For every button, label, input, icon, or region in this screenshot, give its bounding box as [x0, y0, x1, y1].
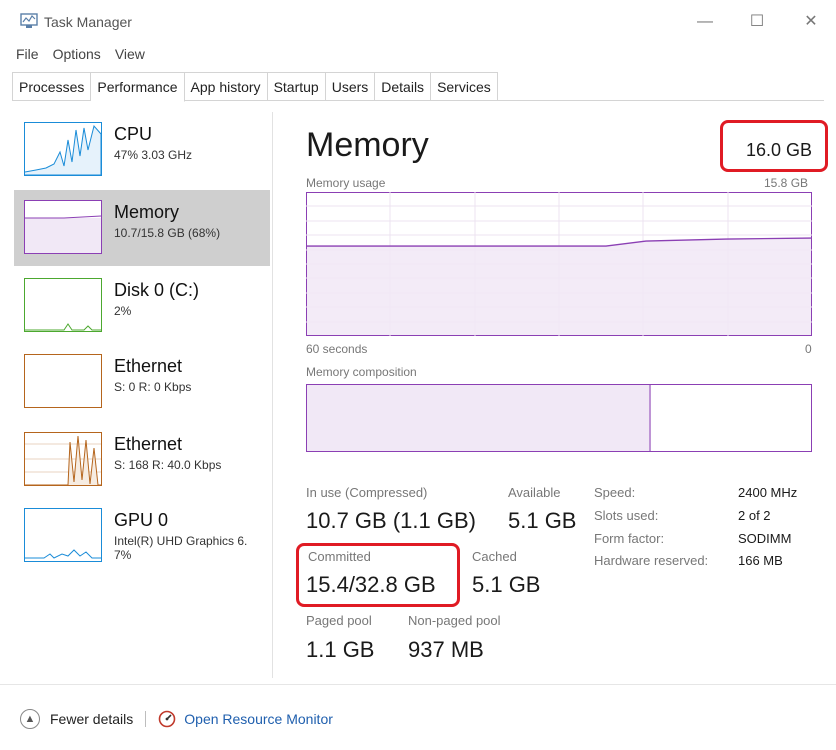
footer: ▲ Fewer details Open Resource Monitor	[20, 708, 333, 730]
in-use-value: 10.7 GB (1.1 GB)	[306, 508, 476, 533]
cached-value: 5.1 GB	[472, 572, 541, 597]
cpu-graph-icon	[24, 122, 102, 176]
tab-processes[interactable]: Processes	[12, 72, 92, 101]
sidebar-item-subtitle: 47% 3.03 GHz	[114, 148, 193, 162]
spec-slots-label: Slots used:	[594, 508, 659, 523]
tab-app-history[interactable]: App history	[184, 72, 268, 101]
sidebar-item-subtitle: 2%	[114, 304, 132, 318]
spec-form-factor-value: SODIMM	[738, 531, 792, 546]
fewer-details-button[interactable]: Fewer details	[50, 711, 133, 727]
tab-startup[interactable]: Startup	[267, 72, 326, 101]
available-label: Available	[508, 485, 561, 500]
page-title: Memory	[306, 126, 429, 164]
ethernet-graph-icon	[24, 432, 102, 486]
spec-slots-value: 2 of 2	[738, 508, 771, 523]
sidebar-item-subtitle: S: 0 R: 0 Kbps	[114, 380, 192, 394]
menu-options[interactable]: Options	[53, 46, 101, 66]
in-use-label: In use (Compressed)	[306, 485, 428, 500]
sidebar-item-ethernet-2[interactable]: Ethernet S: 168 R: 40.0 Kbps	[14, 422, 270, 498]
available-value: 5.1 GB	[508, 508, 577, 533]
tab-users[interactable]: Users	[325, 72, 376, 101]
maximize-button[interactable]: ☐	[742, 10, 772, 34]
sidebar-item-title: Ethernet	[114, 434, 183, 454]
sidebar-item-title: Disk 0 (C:)	[114, 280, 199, 300]
sidebar-item-subtitle-2: 7%	[114, 548, 132, 562]
tab-bar: Processes Performance App history Startu…	[12, 72, 498, 102]
paged-pool-label: Paged pool	[306, 613, 372, 628]
paged-pool-value: 1.1 GB	[306, 637, 375, 662]
cached-label: Cached	[472, 549, 517, 564]
resource-monitor-icon[interactable]	[158, 710, 176, 728]
sidebar-item-title: Ethernet	[114, 356, 183, 376]
spec-form-factor-label: Form factor:	[594, 531, 665, 546]
sidebar-item-subtitle: S: 168 R: 40.0 Kbps	[114, 458, 222, 472]
sidebar-item-title: Memory	[114, 202, 180, 222]
sidebar-item-gpu[interactable]: GPU 0 Intel(R) UHD Graphics 6. 7%	[14, 498, 270, 588]
task-manager-icon	[20, 13, 38, 28]
non-paged-pool-value: 937 MB	[408, 637, 484, 662]
highlight-committed	[296, 543, 460, 607]
memory-usage-max: 15.8 GB	[764, 176, 809, 190]
sidebar-item-subtitle: Intel(R) UHD Graphics 6.	[114, 534, 248, 548]
minimize-button[interactable]: —	[690, 10, 720, 34]
spec-speed-value: 2400 MHz	[738, 485, 798, 500]
footer-separator	[145, 711, 147, 727]
highlight-total-memory	[720, 120, 828, 172]
memory-usage-graph	[306, 192, 812, 336]
sidebar-item-subtitle: 10.7/15.8 GB (68%)	[114, 226, 221, 240]
sidebar: CPU 47% 3.03 GHz Memory 10.7/15.8 GB (68…	[14, 112, 270, 672]
open-resource-monitor-link[interactable]: Open Resource Monitor	[184, 711, 333, 727]
sidebar-item-disk[interactable]: Disk 0 (C:) 2%	[14, 268, 270, 344]
spec-hardware-reserved-label: Hardware reserved:	[594, 553, 709, 568]
ethernet-graph-icon	[24, 354, 102, 408]
menu-bar: File Options View	[16, 46, 145, 66]
close-button[interactable]: ✕	[796, 10, 826, 34]
disk-graph-icon	[24, 278, 102, 332]
sidebar-item-title: GPU 0	[114, 510, 169, 530]
sidebar-item-cpu[interactable]: CPU 47% 3.03 GHz	[14, 112, 270, 188]
gpu-graph-icon	[24, 508, 102, 562]
menu-view[interactable]: View	[115, 46, 145, 66]
menu-file[interactable]: File	[16, 46, 39, 66]
tab-services[interactable]: Services	[431, 72, 498, 101]
non-paged-pool-label: Non-paged pool	[408, 613, 501, 628]
window-title: Task Manager	[44, 14, 132, 30]
sidebar-item-ethernet[interactable]: Ethernet S: 0 R: 0 Kbps	[14, 344, 270, 420]
spec-hardware-reserved-value: 166 MB	[738, 553, 783, 568]
spec-speed-label: Speed:	[594, 485, 636, 500]
time-axis-left: 60 seconds	[306, 342, 368, 356]
memory-usage-label: Memory usage	[306, 176, 386, 190]
panel-divider	[272, 112, 273, 678]
time-axis-right: 0	[805, 342, 812, 356]
tab-performance[interactable]: Performance	[91, 72, 185, 102]
footer-divider	[0, 684, 836, 685]
memory-graph-icon	[24, 200, 102, 254]
memory-composition-label: Memory composition	[306, 365, 417, 379]
memory-composition-bar	[306, 384, 812, 452]
sidebar-item-title: CPU	[114, 124, 153, 144]
chevron-up-icon[interactable]: ▲	[20, 709, 40, 729]
tab-details[interactable]: Details	[375, 72, 432, 101]
sidebar-item-memory[interactable]: Memory 10.7/15.8 GB (68%)	[14, 190, 270, 266]
title-bar: Task Manager — ☐ ✕	[0, 0, 836, 40]
